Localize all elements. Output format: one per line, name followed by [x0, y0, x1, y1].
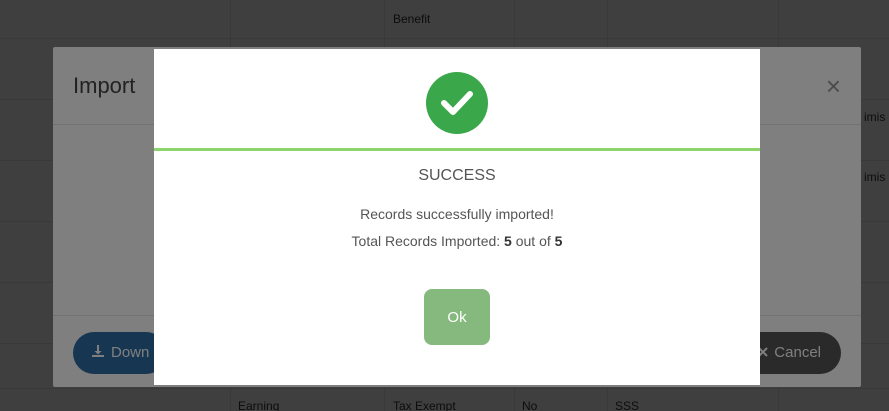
import-summary-prefix: Total Records Imported: — [351, 233, 505, 249]
success-header — [154, 49, 760, 151]
total-count: 5 — [554, 233, 563, 249]
imported-count: 5 — [504, 233, 512, 249]
import-summary: Total Records Imported: 5 out of 5 — [154, 233, 760, 249]
ok-button-label: Ok — [447, 308, 467, 326]
import-summary-separator: out of — [511, 233, 555, 249]
success-message: Records successfully imported! — [360, 206, 554, 222]
check-circle-icon — [426, 72, 488, 134]
success-dialog: SUCCESS Records successfully imported! T… — [154, 49, 760, 385]
ok-button[interactable]: Ok — [424, 289, 490, 345]
success-title: SUCCESS — [418, 167, 496, 184]
